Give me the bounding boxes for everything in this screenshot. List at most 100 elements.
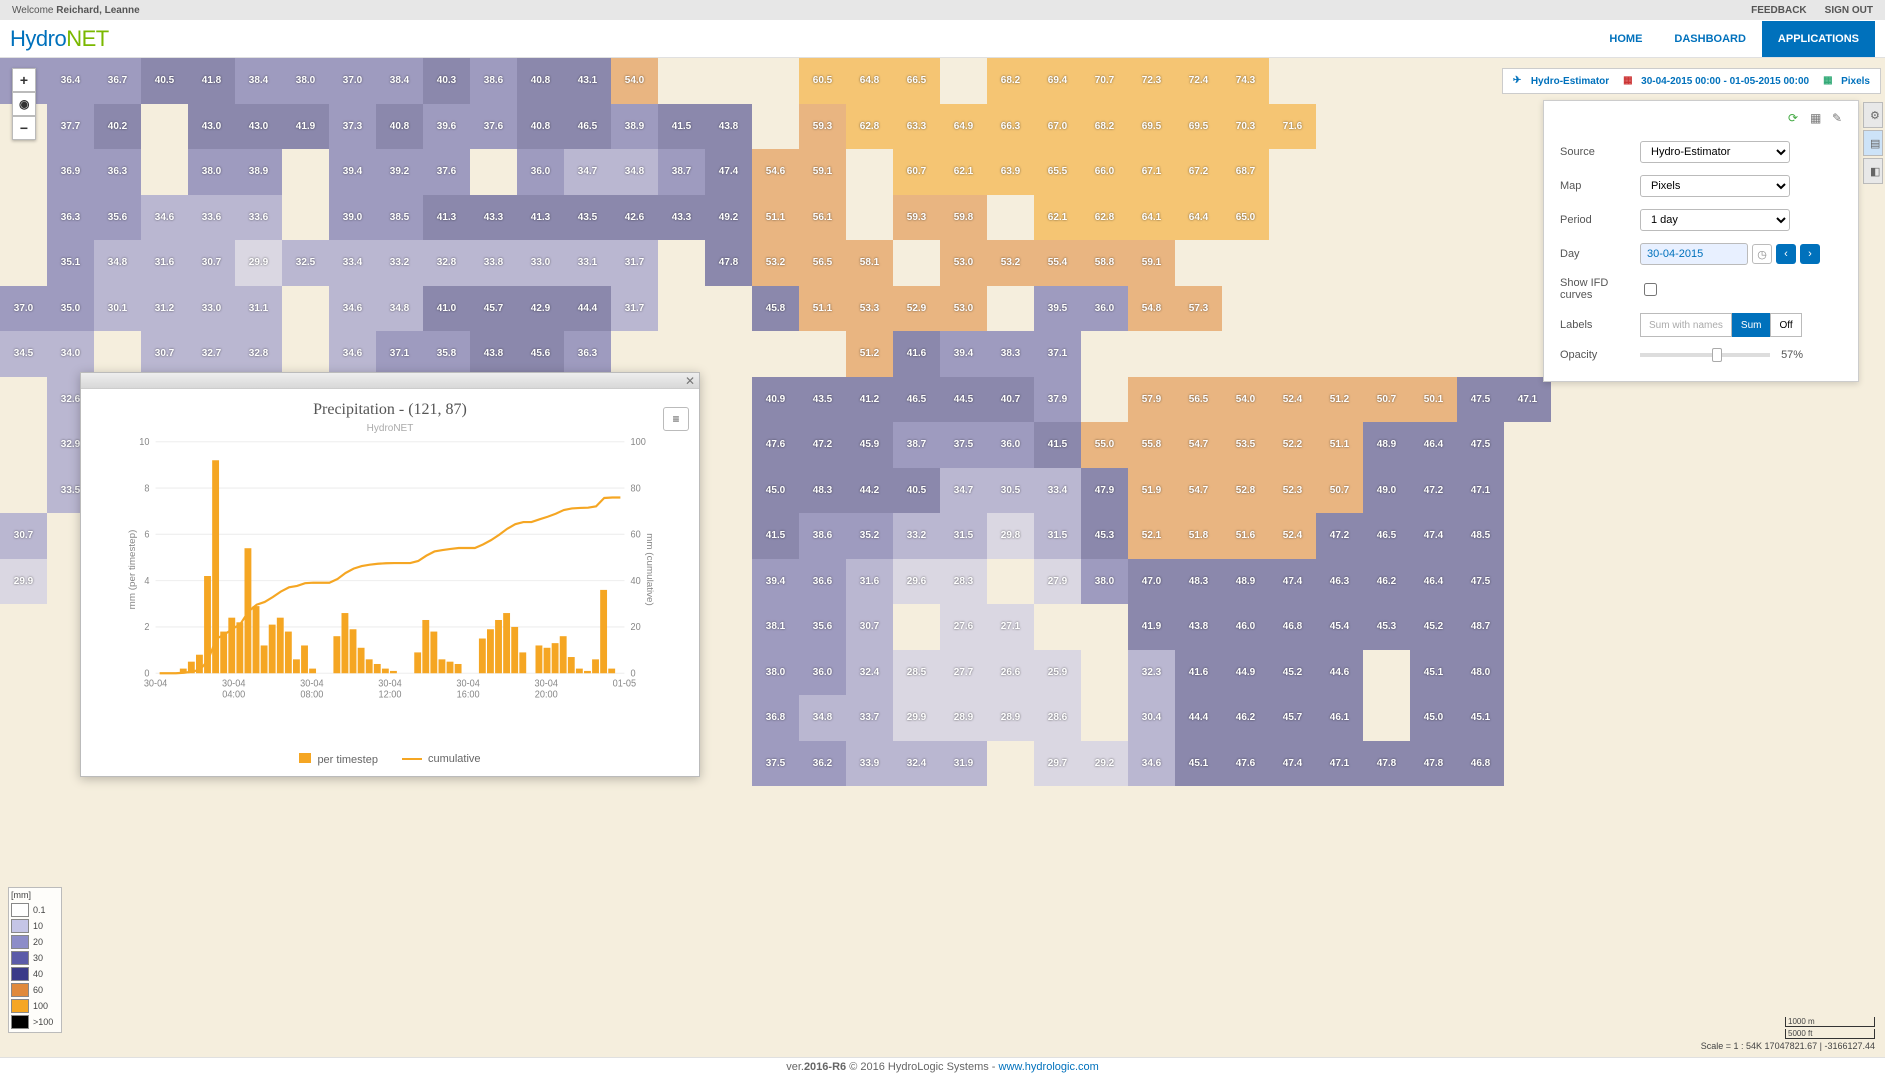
grid-cell: 69.5 <box>1175 104 1222 150</box>
grid-cell: 33.6 <box>235 195 282 241</box>
day-prev-button[interactable]: ‹ <box>1776 244 1796 264</box>
grid-cell: 70.7 <box>1081 58 1128 104</box>
grid-cell: 43.1 <box>564 58 611 104</box>
nav-home[interactable]: HOME <box>1593 21 1658 57</box>
grid-cell: 70.3 <box>1222 104 1269 150</box>
grid-cell: 72.4 <box>1175 58 1222 104</box>
grid-cell: 56.5 <box>799 240 846 286</box>
grid-cell: 41.9 <box>282 104 329 150</box>
labels-label: Labels <box>1556 307 1636 343</box>
chart-menu-button[interactable]: ≡ <box>663 407 689 431</box>
map-select[interactable]: Pixels <box>1640 175 1790 197</box>
labels-off-button[interactable]: Off <box>1770 313 1801 337</box>
grid-cell <box>705 559 752 605</box>
grid-cell <box>94 331 141 377</box>
tool-layers-button[interactable]: ▤ <box>1863 130 1883 156</box>
feedback-link[interactable]: FEEDBACK <box>1751 5 1807 16</box>
grid-cell: 38.9 <box>235 149 282 195</box>
grid-cell: 43.3 <box>658 195 705 241</box>
nav-dashboard[interactable]: DASHBOARD <box>1658 21 1762 57</box>
grid-cell <box>282 286 329 332</box>
map-label: Map <box>1556 169 1636 203</box>
grid-cell: 59.3 <box>799 104 846 150</box>
tool-legend-button[interactable]: ◧ <box>1863 158 1883 184</box>
day-input[interactable] <box>1640 243 1748 265</box>
grid-cell: 40.5 <box>893 468 940 514</box>
panel-grid-icon[interactable]: ▦ <box>1810 111 1824 125</box>
panel-brush-icon[interactable]: ✎ <box>1832 111 1846 125</box>
grid-cell: 47.0 <box>1128 559 1175 605</box>
nav-applications[interactable]: APPLICATIONS <box>1762 21 1875 57</box>
grid-cell <box>282 195 329 241</box>
grid-cell <box>799 331 846 377</box>
grid-cell: 29.9 <box>235 240 282 286</box>
signout-link[interactable]: SIGN OUT <box>1825 5 1873 16</box>
grid-cell: 40.2 <box>94 104 141 150</box>
legend-bar-icon <box>299 753 311 763</box>
time-range[interactable]: ▦ 30-04-2015 00:00 - 01-05-2015 00:00 <box>1623 75 1809 87</box>
grid-cell: 40.8 <box>376 104 423 150</box>
grid-cell: 34.7 <box>940 468 987 514</box>
panel-refresh-icon[interactable]: ⟳ <box>1788 111 1802 125</box>
grid-cell: 67.2 <box>1175 149 1222 195</box>
day-label: Day <box>1556 237 1636 271</box>
legend: [mm] 0.11020304060100>100 <box>8 887 62 1033</box>
grid-cell <box>141 104 188 150</box>
grid-cell <box>1363 195 1410 241</box>
grid-cell: 59.1 <box>1128 240 1175 286</box>
clock-icon[interactable]: ◷ <box>1752 244 1772 264</box>
grid-cell: 47.4 <box>1269 741 1316 787</box>
map[interactable]: 37.136.436.740.541.838.438.037.038.440.3… <box>0 58 1885 1057</box>
render-mode[interactable]: ▦ Pixels <box>1823 75 1870 87</box>
zoom-extent-button[interactable]: ◉ <box>12 92 36 116</box>
grid-cell <box>705 604 752 650</box>
grid-cell: 45.6 <box>517 331 564 377</box>
source-label: Source <box>1556 135 1636 169</box>
source-select[interactable]: Hydro-Estimator <box>1640 141 1790 163</box>
zoom-in-button[interactable]: + <box>12 68 36 92</box>
labels-sum-button[interactable]: Sum <box>1732 313 1771 337</box>
svg-text:4: 4 <box>144 576 149 587</box>
grid-cell: 36.3 <box>564 331 611 377</box>
grid-cell: 58.8 <box>1081 240 1128 286</box>
tool-settings-button[interactable]: ⚙ <box>1863 102 1883 128</box>
grid-cell <box>0 195 47 241</box>
grid-cell: 47.5 <box>1457 422 1504 468</box>
grid-cell: 44.4 <box>564 286 611 332</box>
popup-close-button[interactable]: ✕ <box>685 374 695 388</box>
grid-cell: 55.4 <box>1034 240 1081 286</box>
grid-cell: 38.9 <box>611 104 658 150</box>
footer-link[interactable]: www.hydrologic.com <box>999 1061 1099 1073</box>
grid-cell: 45.3 <box>1363 604 1410 650</box>
svg-text:20: 20 <box>631 622 641 633</box>
chart-legend: per timestep cumulative <box>81 753 699 766</box>
grid-cell <box>705 331 752 377</box>
grid-cell <box>658 58 705 104</box>
grid-cell: 55.0 <box>1081 422 1128 468</box>
zoom-out-button[interactable]: − <box>12 116 36 140</box>
grid-cell <box>0 240 47 286</box>
svg-text:100: 100 <box>631 437 646 448</box>
grid-cell: 36.7 <box>94 58 141 104</box>
active-layer[interactable]: ✈ Hydro-Estimator <box>1513 75 1609 87</box>
grid-cell: 45.1 <box>1457 695 1504 741</box>
grid-cell <box>1363 149 1410 195</box>
grid-cell <box>705 741 752 787</box>
grid-cell: 47.4 <box>705 149 752 195</box>
day-next-button[interactable]: › <box>1800 244 1820 264</box>
ifd-checkbox[interactable] <box>1644 283 1657 296</box>
labels-names-button[interactable]: Sum with names <box>1640 313 1732 337</box>
period-select[interactable]: 1 day <box>1640 209 1790 231</box>
grid-cell: 65.5 <box>1034 149 1081 195</box>
grid-cell: 45.7 <box>470 286 517 332</box>
grid-cell: 35.0 <box>47 286 94 332</box>
grid-cell: 40.8 <box>517 104 564 150</box>
svg-text:10: 10 <box>139 437 149 448</box>
grid-cell: 46.4 <box>1410 422 1457 468</box>
grid-cell: 32.7 <box>188 331 235 377</box>
grid-cell <box>987 741 1034 787</box>
grid-cell: 48.3 <box>1175 559 1222 605</box>
grid-cell: 62.1 <box>940 149 987 195</box>
grid-cell: 30.7 <box>141 331 188 377</box>
opacity-slider[interactable] <box>1640 353 1770 357</box>
